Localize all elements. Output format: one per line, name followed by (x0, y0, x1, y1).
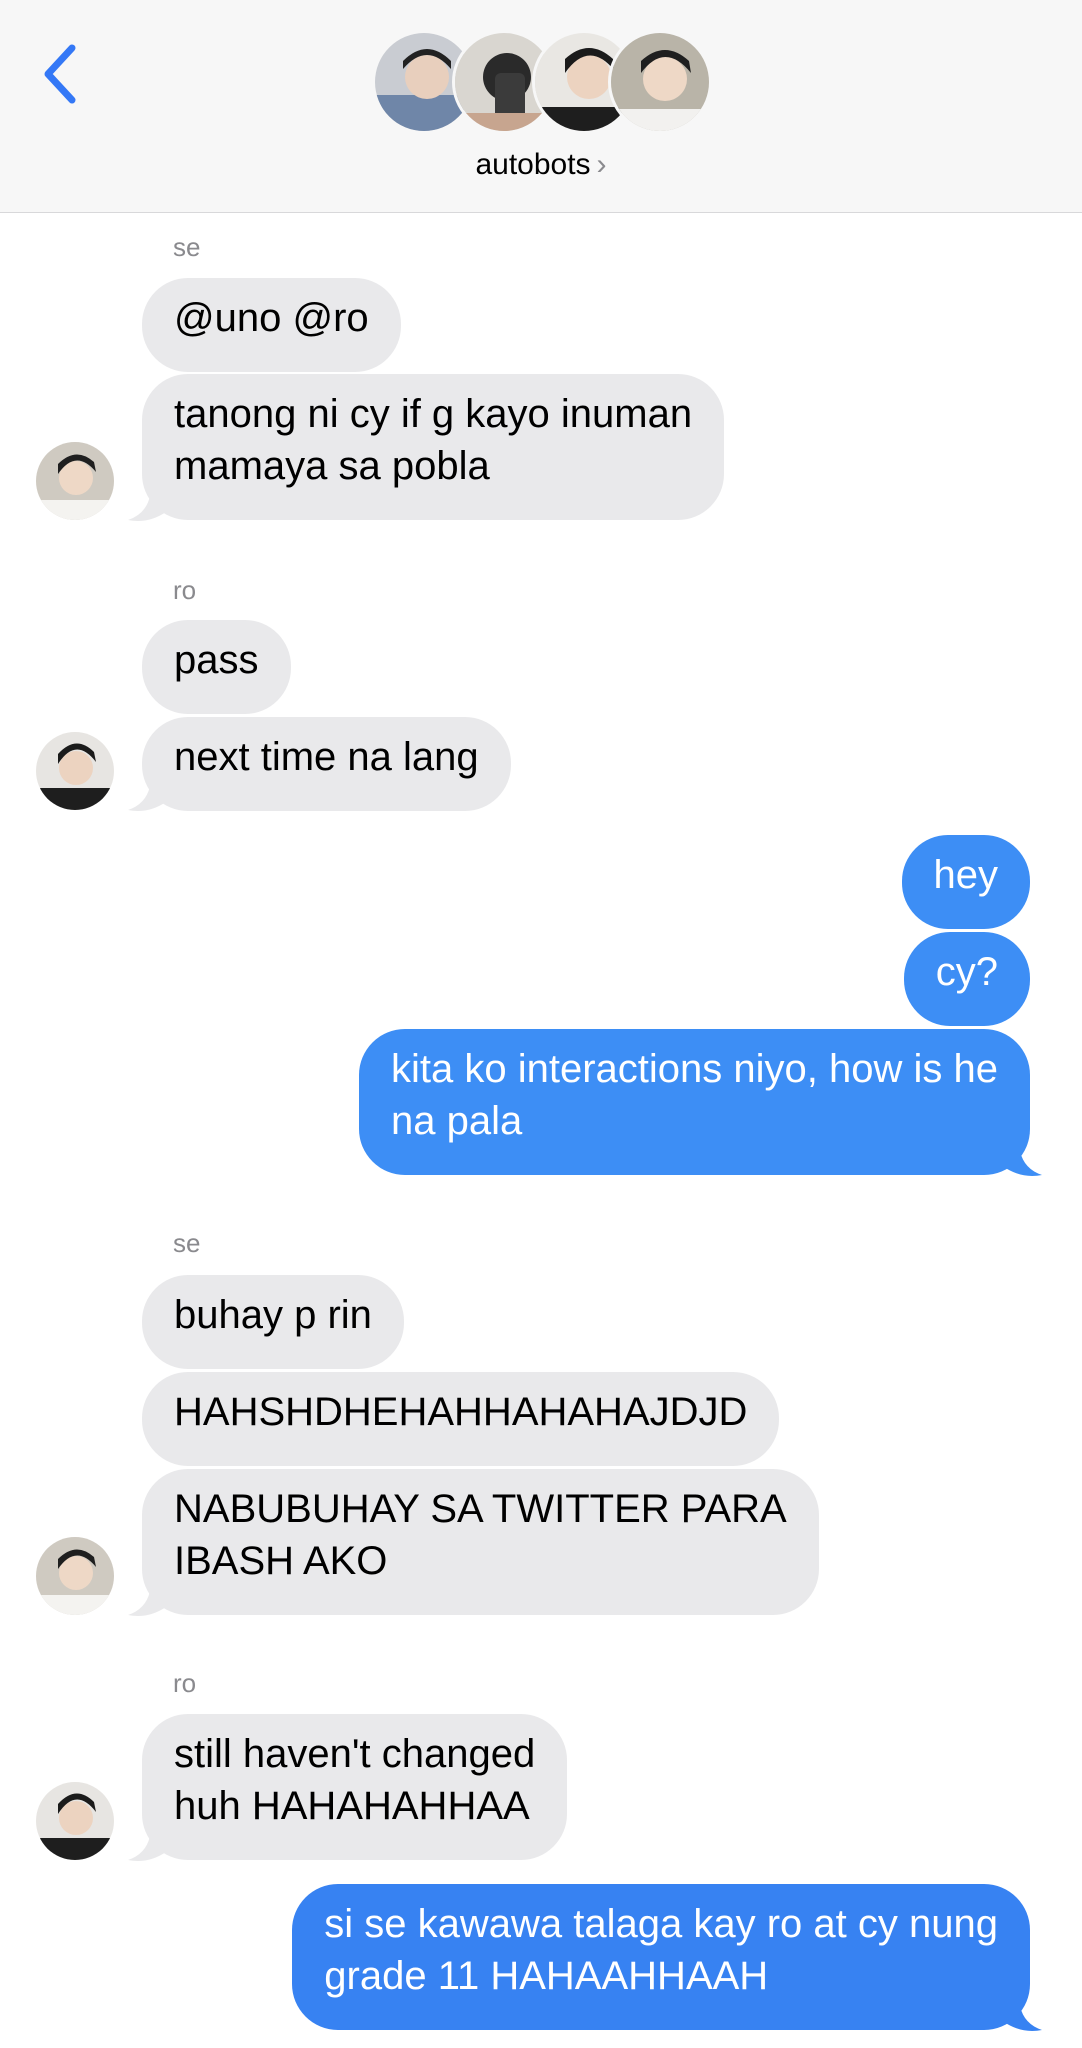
message-text: na pala (391, 1099, 523, 1143)
message-text: IBASH AKO (174, 1539, 388, 1583)
message-text: pass (174, 638, 259, 682)
message-bubble-incoming[interactable]: tanong ni cy if g kayo inuman mamaya sa … (142, 374, 725, 520)
message-bubble-outgoing[interactable]: kita ko interactions niyo, how is he na … (359, 1029, 1030, 1175)
message-text: grade 11 HAHAAHHAAH (324, 1954, 769, 1998)
message-bubble-outgoing[interactable]: hey (901, 835, 1030, 929)
message-bubble-incoming[interactable]: pass (142, 620, 291, 714)
sender-label: ro (173, 1668, 197, 1698)
group-avatars[interactable] (372, 30, 712, 138)
message-text: cy? (935, 950, 998, 994)
sender-label: ro (173, 575, 197, 605)
message-text: si se kawawa talaga kay ro at cy nung (324, 1902, 998, 1946)
message-text: still haven't changed (174, 1732, 536, 1776)
avatar[interactable] (36, 1537, 114, 1615)
message-text: mamaya sa pobla (174, 444, 490, 488)
bubble-tail (128, 496, 166, 521)
bubble-tail (128, 1836, 166, 1861)
message-text: hey (933, 853, 999, 897)
chevron-left-icon[interactable] (40, 42, 80, 106)
message-bubble-incoming[interactable]: HAHSHDHEHAHHAHAHAJDJD (142, 1372, 780, 1466)
message-text: NABUBUHAY SA TWITTER PARA (174, 1487, 787, 1531)
bubble-tail (1004, 1151, 1042, 1176)
group-title[interactable]: autobots › (0, 148, 1082, 182)
conversation-header: autobots › (0, 0, 1082, 213)
message-text: buhay p rin (174, 1293, 372, 1337)
message-text: huh HAHAHAHHAA (174, 1784, 530, 1828)
group-name-label: autobots (475, 148, 591, 181)
member-avatar (608, 30, 712, 134)
message-bubble-incoming[interactable]: NABUBUHAY SA TWITTER PARA IBASH AKO (142, 1469, 819, 1615)
bubble-tail (128, 786, 166, 811)
bubble-tail (128, 1591, 166, 1616)
chevron-right-icon: › (596, 148, 607, 181)
message-text: next time na lang (174, 735, 479, 779)
message-text: tanong ni cy if g kayo inuman (174, 392, 693, 436)
message-bubble-incoming[interactable]: buhay p rin (142, 1275, 404, 1369)
sender-label: se (173, 232, 201, 262)
message-text: @uno @ro (174, 296, 369, 340)
bubble-tail (1004, 2006, 1042, 2031)
message-bubble-incoming[interactable]: still haven't changed huh HAHAHAHHAA (142, 1714, 568, 1860)
avatar[interactable] (36, 732, 114, 810)
message-text: HAHSHDHEHAHHAHAHAJDJD (174, 1390, 748, 1434)
message-text: kita ko interactions niyo, how is he (391, 1047, 998, 1091)
message-bubble-outgoing[interactable]: si se kawawa talaga kay ro at cy nung gr… (292, 1884, 1030, 2030)
avatar[interactable] (36, 442, 114, 520)
message-bubble-incoming[interactable]: next time na lang (142, 717, 511, 811)
message-bubble-incoming[interactable]: @uno @ro (142, 278, 401, 372)
avatar[interactable] (36, 1782, 114, 1860)
sender-label: se (173, 1228, 201, 1258)
message-bubble-outgoing[interactable]: cy? (903, 932, 1030, 1026)
